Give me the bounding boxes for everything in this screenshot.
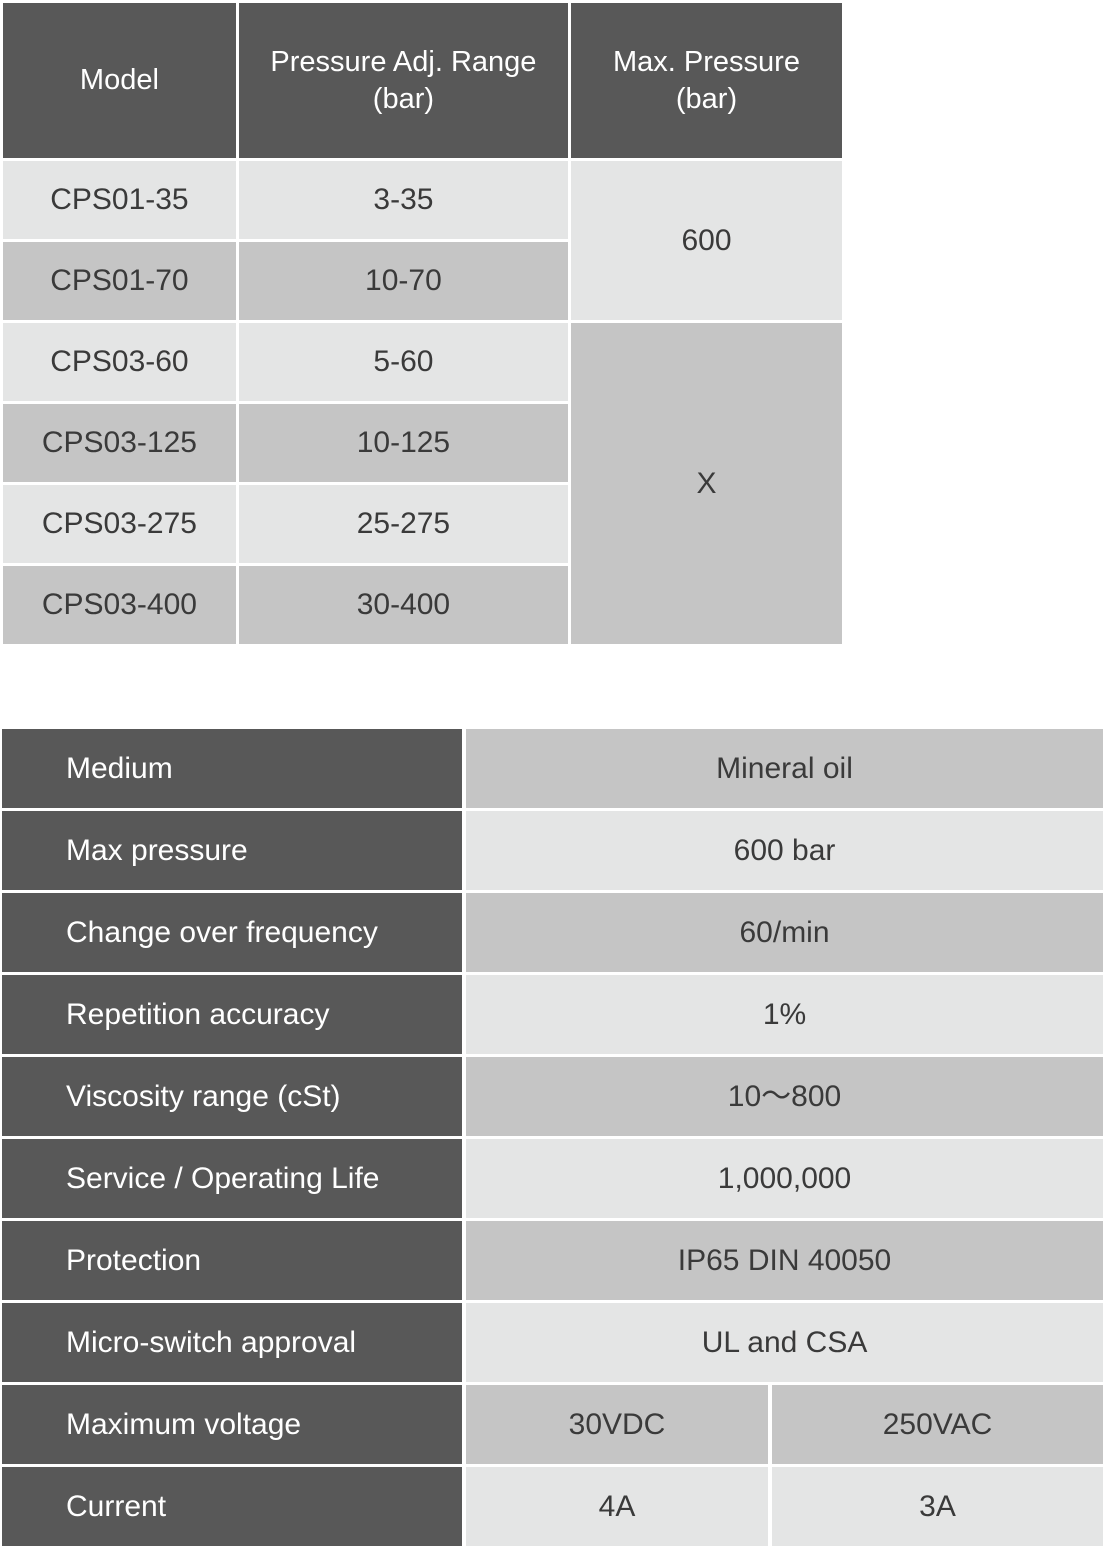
cell-pressure-range: 10-125 [238,404,568,482]
cell-pressure-range: 10-70 [238,242,568,320]
cell-model: CPS03-275 [3,485,236,563]
spec-label-medium: Medium [2,729,462,808]
table-row: Repetition accuracy 1% [2,975,1104,1054]
column-header-max-pressure: Max. Pressure (bar) [571,3,842,158]
spec-value-change-over-frequency: 60/min [466,893,1104,972]
cell-model: CPS03-125 [3,404,236,482]
table-row: Micro-switch approval UL and CSA [2,1303,1104,1382]
spec-label-viscosity-range: Viscosity range (cSt) [2,1057,462,1136]
table-row: Max pressure 600 bar [2,811,1104,890]
cell-max-pressure-x: X [571,323,842,644]
spec-value-max-pressure: 600 bar [466,811,1104,890]
table-row: Maximum voltage 30VDC 250VAC [2,1385,1104,1464]
table-row: CPS01-35 3-35 600 [3,161,842,320]
spec-value-viscosity-range: 10〜800 [466,1057,1104,1136]
cell-pressure-range: 3-35 [238,161,568,239]
cell-max-pressure-600: 600 [571,161,842,320]
max-pressure-line1: Max. Pressure [613,46,800,79]
spec-value-repetition-accuracy: 1% [466,975,1104,1054]
model-specification-table: Model Pressure Adj. Range (bar) Max. Pre… [0,0,845,647]
cell-model: CPS01-70 [3,242,236,320]
spec-label-micro-switch-approval: Micro-switch approval [2,1303,462,1382]
table-row: Change over frequency 60/min [2,893,1104,972]
spec-label-protection: Protection [2,1221,462,1300]
cell-model: CPS03-60 [3,323,236,401]
cell-pressure-range: 5-60 [238,323,568,401]
column-header-pressure-range: Pressure Adj. Range (bar) [238,3,568,158]
table-row: Service / Operating Life 1,000,000 [2,1139,1104,1218]
spec-value-current-dc: 4A [466,1467,768,1546]
technical-specifications-table: Medium Mineral oil Max pressure 600 bar … [2,726,1104,1549]
spec-label-change-over-frequency: Change over frequency [2,893,462,972]
spec-value-maximum-voltage-dc: 30VDC [466,1385,768,1464]
spec-value-service-operating-life: 1,000,000 [466,1139,1104,1218]
max-pressure-line2: (bar) [675,82,738,115]
column-header-model: Model [3,3,236,158]
cell-pressure-range: 30-400 [238,566,568,644]
table-row: Protection IP65 DIN 40050 [2,1221,1104,1300]
spec-label-repetition-accuracy: Repetition accuracy [2,975,462,1054]
table-row: CPS03-60 5-60 X [3,323,842,644]
spec-label-max-pressure: Max pressure [2,811,462,890]
table-row: Medium Mineral oil [2,729,1104,808]
spec-value-current-ac: 3A [772,1467,1104,1546]
table-header-row: Model Pressure Adj. Range (bar) Max. Pre… [3,3,842,158]
pressure-range-line2: (bar) [372,82,435,115]
cell-pressure-range: 25-275 [238,485,568,563]
spec-value-micro-switch-approval: UL and CSA [466,1303,1104,1382]
spec-label-service-operating-life: Service / Operating Life [2,1139,462,1218]
spec-value-protection: IP65 DIN 40050 [466,1221,1104,1300]
spec-value-medium: Mineral oil [466,729,1104,808]
spec-label-current: Current [2,1467,462,1546]
table-row: Viscosity range (cSt) 10〜800 [2,1057,1104,1136]
spec-value-maximum-voltage-ac: 250VAC [772,1385,1104,1464]
table-row: Current 4A 3A [2,1467,1104,1546]
spec-label-maximum-voltage: Maximum voltage [2,1385,462,1464]
cell-model: CPS01-35 [3,161,236,239]
pressure-range-line1: Pressure Adj. Range [270,46,537,79]
cell-model: CPS03-400 [3,566,236,644]
